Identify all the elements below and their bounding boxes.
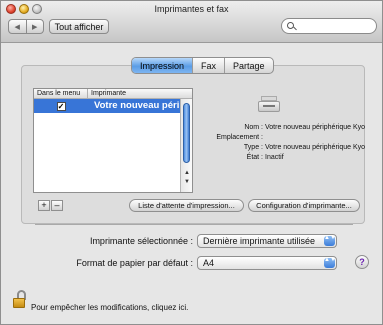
separator (35, 224, 353, 225)
scroll-up-icon[interactable]: ▲ (183, 169, 191, 177)
lock-icon[interactable] (13, 290, 27, 308)
print-queue-button[interactable]: Liste d'attente d'impression... (129, 199, 244, 212)
printer-setup-button[interactable]: Configuration d'imprimante... (248, 199, 360, 212)
type-value: Votre nouveau périphérique Kyo (265, 144, 366, 151)
tab-partage[interactable]: Partage (225, 58, 273, 73)
printer-info-labels: Nom : Emplacement : Type : État : (197, 123, 263, 163)
location-label: Emplacement : (216, 134, 263, 141)
popup-arrows-icon: ▲▼ (324, 257, 336, 268)
status-label: État : (246, 154, 263, 161)
add-printer-button[interactable]: + (38, 200, 50, 211)
printer-row[interactable]: ✓ Votre nouveau périp (34, 99, 192, 113)
help-button[interactable]: ? (355, 255, 369, 269)
printer-info-values: Votre nouveau périphérique Kyo Votre nou… (265, 123, 377, 163)
paper-size-label: Format de papier par défaut : (76, 258, 193, 268)
type-label: Type : (243, 144, 263, 151)
search-field[interactable] (281, 18, 377, 34)
printer-list: Dans le menu Imprimante ✓ Votre nouveau … (33, 88, 193, 193)
forward-arrow-icon[interactable]: ▶ (27, 20, 44, 33)
tab-impression[interactable]: Impression (132, 58, 194, 73)
in-menu-checkbox[interactable]: ✓ (56, 101, 66, 111)
tab-fax[interactable]: Fax (193, 58, 226, 73)
printer-list-scrollbar[interactable]: ▲ ▼ (180, 99, 192, 192)
scroll-down-icon[interactable]: ▼ (183, 178, 191, 186)
column-header-in-menu[interactable]: Dans le menu (34, 89, 88, 98)
remove-printer-button[interactable]: – (51, 200, 63, 211)
lock-message: Pour empêcher les modifications, cliquez… (31, 303, 189, 312)
name-value: Votre nouveau périphérique Kyo (265, 124, 366, 131)
in-menu-cell: ✓ (34, 99, 88, 113)
name-label: Nom : (244, 124, 263, 131)
paper-size-popup[interactable]: A4 ▲▼ (197, 256, 337, 270)
scrollbar-thumb[interactable] (183, 103, 190, 163)
selected-printer-label: Imprimante sélectionnée : (89, 236, 193, 246)
printer-list-header: Dans le menu Imprimante (34, 89, 192, 99)
location-value (265, 133, 377, 143)
show-all-button[interactable]: Tout afficher (49, 19, 109, 34)
window-title: Imprimantes et fax (154, 4, 229, 14)
title-bar: Imprimantes et fax ◀ ▶ Tout afficher (1, 1, 382, 43)
status-value: Inactif (265, 154, 284, 161)
back-forward-control: ◀ ▶ (8, 19, 44, 34)
column-header-printer[interactable]: Imprimante (88, 89, 126, 98)
popup-arrows-icon: ▲▼ (324, 235, 336, 246)
selected-printer-value: Dernière imprimante utilisée (203, 236, 316, 246)
printer-name: Votre nouveau périp (94, 100, 184, 111)
printer-icon (258, 96, 280, 114)
back-arrow-icon[interactable]: ◀ (9, 20, 27, 33)
selected-printer-popup[interactable]: Dernière imprimante utilisée ▲▼ (197, 234, 337, 248)
tab-bar: Impression Fax Partage (131, 57, 274, 74)
paper-size-value: A4 (203, 258, 215, 268)
preferences-window: Imprimantes et fax ◀ ▶ Tout afficher Imp… (0, 0, 383, 325)
search-icon (287, 22, 294, 29)
